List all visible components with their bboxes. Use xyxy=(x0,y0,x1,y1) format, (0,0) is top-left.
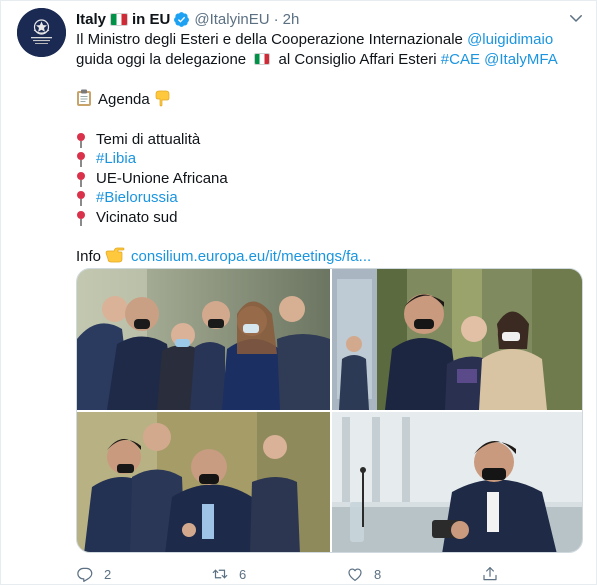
photo-1[interactable] xyxy=(77,269,330,410)
author-handle[interactable]: @ItalyinEU xyxy=(194,11,269,28)
separator: · xyxy=(273,10,279,28)
hashtag-libia[interactable]: #Libia xyxy=(96,150,136,167)
agenda-item-text: Vicinato sud xyxy=(96,208,178,226)
italy-flag-icon xyxy=(254,52,271,65)
reply-icon xyxy=(77,567,93,582)
hashtag-cae[interactable]: #CAE xyxy=(441,51,480,68)
hand-right-icon xyxy=(105,247,125,263)
italy-flag-icon xyxy=(110,12,129,26)
meeting-photo-1 xyxy=(77,269,330,410)
agenda-heading: Agenda xyxy=(76,89,576,110)
author-name-suffix[interactable]: in EU xyxy=(132,11,170,28)
pushpin-icon xyxy=(76,208,86,227)
retweet-button[interactable]: 6 xyxy=(211,563,246,585)
info-line: Info consilium.europa.eu/it/meetings/fa.… xyxy=(76,247,576,267)
retweet-icon xyxy=(212,569,228,579)
caret-down-icon[interactable] xyxy=(567,9,585,27)
retweet-count: 6 xyxy=(239,566,247,582)
agenda-item: Temi di attualità xyxy=(76,130,576,150)
photo-3[interactable] xyxy=(77,412,330,552)
info-label: Info xyxy=(76,248,102,265)
hand-down-icon xyxy=(155,90,170,107)
tweet-card[interactable]: Italy in EU @ItalyinEU · 2h Il Ministro … xyxy=(0,0,597,585)
mention-luigidimaio[interactable]: @luigidimaio xyxy=(467,31,553,48)
pushpin-icon xyxy=(76,149,86,168)
avatar[interactable] xyxy=(17,8,66,57)
reply-button[interactable]: 2 xyxy=(76,563,111,585)
agenda-item: #Bielorussia xyxy=(76,188,576,208)
text-segment: guida oggi la delegazione xyxy=(76,50,251,68)
action-bar: 2 6 8 xyxy=(76,563,526,585)
like-count: 8 xyxy=(374,566,382,582)
meeting-photo-3 xyxy=(77,412,330,552)
photo-2[interactable] xyxy=(332,269,582,410)
verified-badge-icon xyxy=(174,11,190,27)
pushpin-icon xyxy=(76,169,86,188)
agenda-item-text: Temi di attualità xyxy=(96,130,201,148)
agenda-item-text: UE-Unione Africana xyxy=(96,169,228,187)
timestamp[interactable]: 2h xyxy=(283,11,300,28)
share-icon xyxy=(483,567,497,581)
hashtag-bielorussia[interactable]: #Bielorussia xyxy=(96,189,178,206)
like-button[interactable]: 8 xyxy=(346,563,381,585)
tweet-text: Il Ministro degli Esteri e della Coopera… xyxy=(76,30,576,267)
share-button[interactable] xyxy=(481,563,509,585)
tweet-line-1: Il Ministro degli Esteri e della Coopera… xyxy=(76,30,576,50)
mention-italymfa[interactable]: @ItalyMFA xyxy=(484,51,558,68)
author-name[interactable]: Italy xyxy=(76,11,106,28)
emblem-icon xyxy=(17,8,66,57)
agenda-item: Vicinato sud xyxy=(76,208,576,228)
tweet-line-2: guida oggi la delegazione al Consiglio A… xyxy=(76,50,576,70)
pushpin-icon xyxy=(76,130,86,149)
pushpin-icon xyxy=(76,188,86,207)
reply-count: 2 xyxy=(104,566,112,582)
photo-grid xyxy=(76,268,583,553)
agenda-item: UE-Unione Africana xyxy=(76,169,576,189)
like-icon xyxy=(348,568,362,581)
meeting-photo-2 xyxy=(332,269,582,410)
meeting-photo-4 xyxy=(332,412,582,552)
photo-4[interactable] xyxy=(332,412,582,552)
clipboard-icon xyxy=(77,89,91,106)
agenda-item: #Libia xyxy=(76,149,576,169)
text-segment: al Consiglio Affari Esteri xyxy=(274,50,441,68)
agenda-label: Agenda xyxy=(98,91,150,108)
info-link[interactable]: consilium.europa.eu/it/meetings/fa... xyxy=(131,248,371,265)
tweet-header: Italy in EU @ItalyinEU · 2h xyxy=(76,9,299,29)
text-segment: Il Ministro degli Esteri e della Coopera… xyxy=(76,31,468,48)
